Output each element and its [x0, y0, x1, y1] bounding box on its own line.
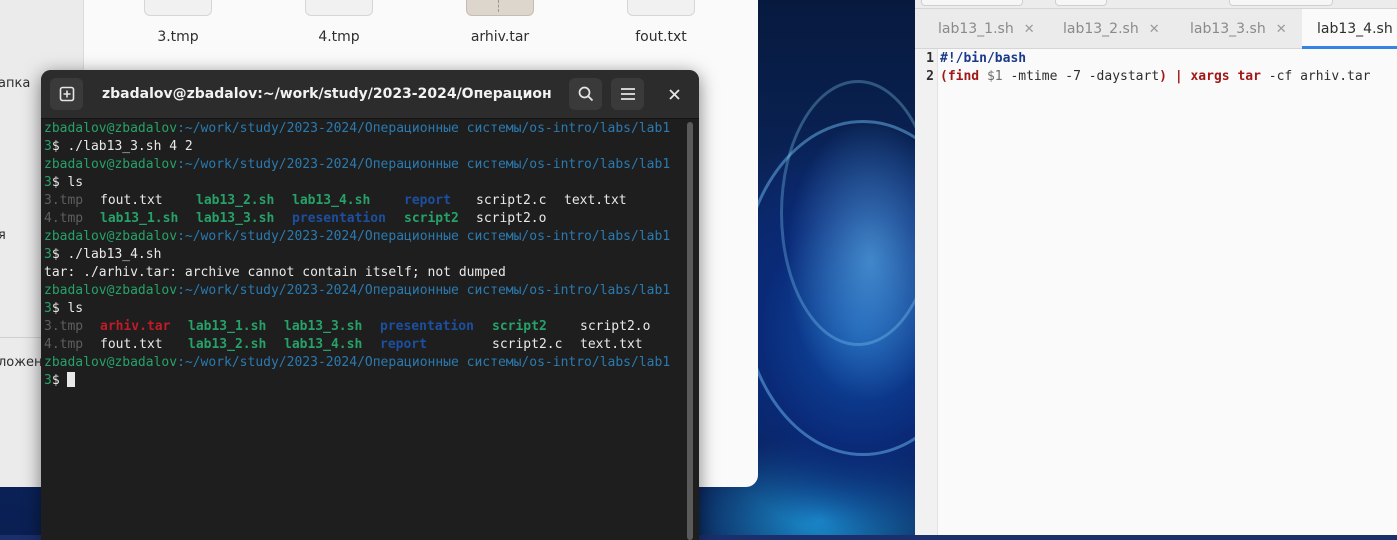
code-token: $1	[979, 69, 1003, 84]
line-number: 1	[926, 51, 934, 66]
text-file-icon	[305, 0, 373, 16]
code-token: ) | xargs	[1159, 69, 1230, 84]
close-icon[interactable]: ✕	[1276, 22, 1287, 37]
code-token: -cf arhiv.tar	[1260, 69, 1371, 84]
tab-lab13-3[interactable]: lab13_3.sh ✕	[1190, 9, 1287, 48]
text-file-icon	[144, 0, 212, 16]
prompt-line: zbadalov@zbadalov:~/work/study/2023-2024…	[44, 283, 671, 298]
terminal-window[interactable]: zbadalov@zbadalov:~/work/study/2023-2024…	[41, 70, 699, 540]
prompt-line: zbadalov@zbadalov:~/work/study/2023-2024…	[44, 229, 671, 244]
terminal-scrollbar[interactable]	[687, 122, 693, 540]
file-name: 4.tmp	[318, 29, 360, 45]
text-file-icon	[627, 0, 695, 16]
tab-label: lab13_2.sh	[1063, 21, 1139, 37]
tab-label: lab13_3.sh	[1190, 21, 1266, 37]
file-name: arhiv.tar	[470, 29, 530, 45]
sidebar-item-label[interactable]: я	[0, 228, 6, 243]
new-tab-button[interactable]	[1055, 0, 1107, 6]
line-number-gutter: 1 2	[915, 49, 938, 535]
editor-header-bar	[915, 0, 1397, 9]
code-line[interactable]: #!/bin/bash	[940, 51, 1026, 66]
code-line[interactable]: (find $1 -mtime -7 -daystart) | xargs ta…	[940, 69, 1371, 84]
save-button[interactable]	[1229, 0, 1333, 6]
command-line: 3$ ls	[44, 301, 84, 316]
close-button[interactable]	[658, 78, 691, 110]
open-button[interactable]	[921, 0, 1023, 6]
file-item[interactable]: fout.txt	[621, 0, 701, 45]
code-token: tar	[1229, 69, 1261, 84]
text-cursor	[67, 372, 76, 387]
command-line[interactable]: 3$	[44, 372, 76, 390]
command-line: 3$ ./lab13_4.sh	[44, 247, 162, 262]
error-line: tar: ./arhiv.tar: archive cannot contain…	[44, 265, 506, 280]
file-name: 3.tmp	[157, 29, 199, 45]
hamburger-icon	[620, 88, 635, 100]
tab-label: lab13_4.sh	[1317, 21, 1393, 37]
search-button[interactable]	[569, 78, 602, 110]
prompt-line: zbadalov@zbadalov:~/work/study/2023-2024…	[44, 157, 671, 172]
prompt-line: zbadalov@zbadalov:~/work/study/2023-2024…	[44, 121, 671, 136]
file-item[interactable]: 3.tmp	[138, 0, 218, 45]
file-name: fout.txt	[635, 29, 687, 45]
text-editor-window[interactable]: lab13_1.sh ✕ lab13_2.sh ✕ lab13_3.sh ✕ lab1…	[915, 0, 1397, 535]
code-token: -mtime -7 -daystart	[1002, 69, 1160, 84]
menu-button[interactable]	[611, 78, 644, 110]
command-line: 3$ ./lab13_3.sh 4 2	[44, 139, 193, 154]
file-item[interactable]: 4.tmp	[299, 0, 379, 45]
archive-file-icon	[466, 0, 534, 16]
tab-lab13-4[interactable]: lab13_4.sh	[1302, 9, 1397, 49]
terminal-header-bar: zbadalov@zbadalov:~/work/study/2023-2024…	[41, 70, 699, 119]
new-tab-icon	[59, 86, 74, 102]
file-item[interactable]: arhiv.tar	[460, 0, 540, 45]
terminal-output[interactable]: zbadalov@zbadalov:~/work/study/2023-2024…	[44, 120, 684, 540]
tab-label: lab13_1.sh	[938, 21, 1014, 37]
tab-lab13-1[interactable]: lab13_1.sh ✕	[938, 9, 1035, 48]
tab-lab13-2[interactable]: lab13_2.sh ✕	[1063, 9, 1160, 48]
new-tab-button[interactable]	[50, 78, 83, 110]
command-line: 3$ ls	[44, 175, 84, 190]
code-token: (find	[940, 69, 980, 84]
sidebar-item-label[interactable]: ложен	[0, 355, 42, 370]
line-number: 2	[926, 69, 934, 84]
terminal-title: zbadalov@zbadalov:~/work/study/2023-2024…	[102, 86, 552, 102]
wallpaper-swirl	[780, 80, 936, 346]
close-icon[interactable]: ✕	[1024, 22, 1035, 37]
editor-tab-bar: lab13_1.sh ✕ lab13_2.sh ✕ lab13_3.sh ✕ lab1…	[915, 9, 1397, 49]
prompt-line: zbadalov@zbadalov:~/work/study/2023-2024…	[44, 355, 671, 370]
close-icon[interactable]: ✕	[1149, 22, 1160, 37]
close-icon	[669, 88, 680, 100]
shebang-token: #!/bin/bash	[940, 51, 1027, 66]
sidebar-item-label[interactable]: апка	[0, 76, 30, 91]
search-icon	[578, 86, 593, 102]
